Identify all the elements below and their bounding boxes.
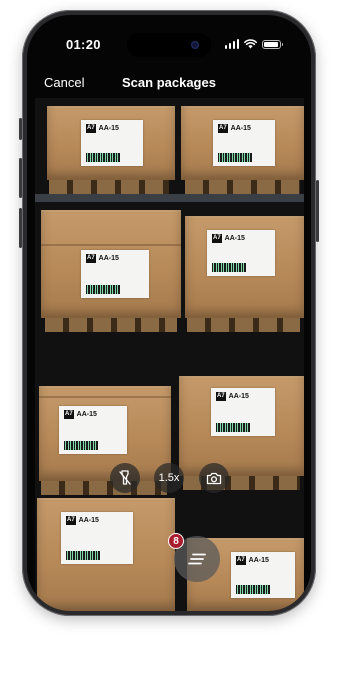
shipping-label: A7 AA-15 <box>231 552 295 598</box>
page-title: Scan packages <box>122 75 216 90</box>
photo-capture-button[interactable] <box>199 463 229 493</box>
signal-icon <box>224 39 239 49</box>
status-time: 01:20 <box>66 37 101 52</box>
package-box: A7 AA-15 <box>37 498 175 611</box>
power-button <box>316 180 319 242</box>
camera-icon <box>206 472 222 484</box>
action-button <box>19 118 22 140</box>
screen: 01:20 Cancel Scan packages A7 AA-15 A7 A… <box>27 15 311 611</box>
battery-icon <box>262 39 283 49</box>
pallet <box>49 180 169 194</box>
scanned-count-badge: 8 <box>168 533 184 549</box>
package-box: A7 AA-15 <box>179 376 304 476</box>
phone-frame: 01:20 Cancel Scan packages A7 AA-15 A7 A… <box>19 10 319 616</box>
dynamic-island <box>127 33 211 57</box>
volume-down-button <box>19 208 22 248</box>
shipping-label: A7 AA-15 <box>81 120 143 166</box>
pallet <box>185 180 300 194</box>
package-box: A7 AA-15 <box>185 216 304 318</box>
shipping-label: A7 AA-15 <box>61 512 133 564</box>
barcode-icon <box>86 285 120 294</box>
flashlight-off-icon <box>119 470 131 485</box>
barcode-icon <box>236 585 270 594</box>
front-camera-icon <box>191 41 199 49</box>
pallet <box>187 318 300 332</box>
wifi-icon <box>244 39 257 49</box>
zoom-level: 1.5x <box>158 472 180 484</box>
shipping-label: A7 AA-15 <box>211 388 275 436</box>
barcode-icon <box>218 153 252 162</box>
package-box: A7 AA-15 <box>47 106 175 180</box>
barcode-icon <box>212 263 246 272</box>
barcode-icon <box>66 551 100 560</box>
package-box: A7 AA-15 <box>41 210 181 318</box>
nav-bar: Cancel Scan packages <box>27 72 311 96</box>
shipping-label: A7 AA-15 <box>213 120 275 166</box>
shipping-label: A7 AA-15 <box>59 406 127 454</box>
pallet <box>41 481 167 495</box>
package-box: A7 AA-15 <box>39 386 171 481</box>
barcode-icon <box>86 153 120 162</box>
barcode-icon <box>216 423 250 432</box>
shipping-label: A7 AA-15 <box>207 230 275 276</box>
volume-up-button <box>19 158 22 198</box>
package-box: A7 AA-15 <box>181 106 304 180</box>
status-icons <box>224 39 283 49</box>
status-bar: 01:20 <box>27 15 311 67</box>
flashlight-button[interactable] <box>110 463 140 493</box>
pallet <box>45 318 177 332</box>
barcode-icon <box>64 441 98 450</box>
zoom-button[interactable]: 1.5x <box>154 463 184 493</box>
shipping-label: A7 AA-15 <box>81 250 149 298</box>
list-icon <box>188 553 206 565</box>
camera-viewfinder[interactable]: A7 AA-15 A7 AA-15 A7 AA-15 A7 AA-15 A7 A… <box>35 98 304 611</box>
shelf-beam <box>35 194 304 202</box>
